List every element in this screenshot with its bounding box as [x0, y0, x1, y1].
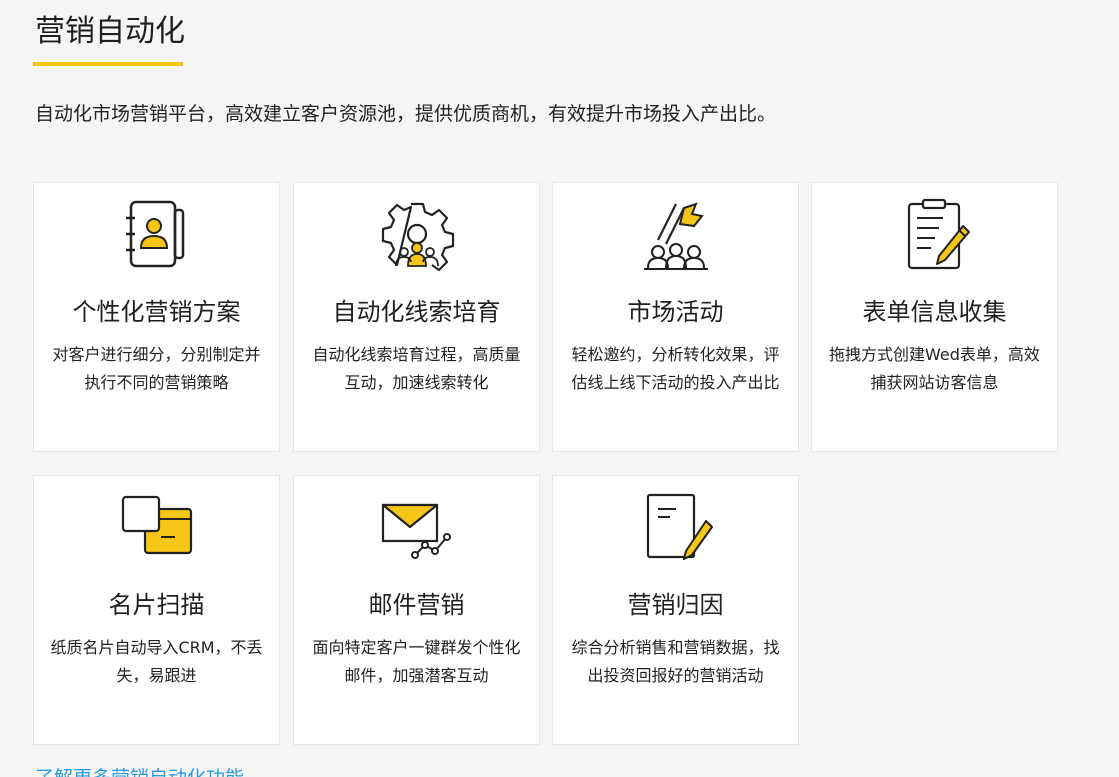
feature-card-personalized[interactable]: 个性化营销方案 对客户进行细分，分别制定并执行不同的营销策略	[33, 182, 280, 452]
feature-card-events[interactable]: 市场活动 轻松邀约，分析转化效果，评估线上线下活动的投入产出比	[552, 182, 799, 452]
section-title: 营销自动化	[35, 14, 185, 49]
feature-card-card-scan[interactable]: 名片扫描 纸质名片自动导入CRM，不丢失，易跟进	[33, 475, 280, 745]
card-description: 纸质名片自动导入CRM，不丢失，易跟进	[50, 638, 263, 685]
card-title: 表单信息收集	[862, 298, 1007, 326]
card-title: 个性化营销方案	[72, 298, 241, 326]
card-title: 市场活动	[627, 298, 724, 326]
document-pencil-icon	[553, 486, 798, 572]
card-description: 综合分析销售和营销数据，找出投资回报好的营销活动	[571, 638, 780, 685]
card-description: 拖拽方式创建Wed表单，高效捕获网站访客信息	[829, 345, 1040, 392]
feature-card-lead-nurturing[interactable]: 自动化线索培育 自动化线索培育过程，高质量互动，加速线索转化	[293, 182, 540, 452]
feature-card-forms[interactable]: 表单信息收集 拖拽方式创建Wed表单，高效捕获网站访客信息	[811, 182, 1058, 452]
card-title: 邮件营销	[368, 591, 465, 619]
envelope-chart-icon	[294, 486, 539, 572]
feature-card-attribution[interactable]: 营销归因 综合分析销售和营销数据，找出投资回报好的营销活动	[552, 475, 799, 745]
section-subtitle: 自动化市场营销平台，高效建立客户资源池，提供优质商机，有效提升市场投入产出比。	[35, 103, 777, 125]
card-scan-icon	[34, 486, 279, 572]
contact-book-icon	[34, 193, 279, 279]
card-description: 面向特定客户一键群发个性化邮件，加强潜客互动	[312, 638, 521, 685]
card-title: 营销归因	[627, 591, 724, 619]
flag-crowd-icon	[553, 193, 798, 279]
marketing-automation-section: 营销自动化 自动化市场营销平台，高效建立客户资源池，提供优质商机，有效提升市场投…	[0, 0, 1119, 777]
card-title: 自动化线索培育	[332, 298, 501, 326]
title-underline	[33, 62, 183, 66]
card-title: 名片扫描	[108, 591, 205, 619]
learn-more-link[interactable]: 了解更多营销自动化功能	[35, 764, 244, 777]
card-description: 轻松邀约，分析转化效果，评估线上线下活动的投入产出比	[571, 345, 780, 392]
gear-people-icon	[294, 193, 539, 279]
card-description: 对客户进行细分，分别制定并执行不同的营销策略	[52, 345, 261, 392]
clipboard-pencil-icon	[812, 193, 1057, 279]
feature-card-email[interactable]: 邮件营销 面向特定客户一键群发个性化邮件，加强潜客互动	[293, 475, 540, 745]
card-description: 自动化线索培育过程，高质量互动，加速线索转化	[312, 345, 521, 392]
